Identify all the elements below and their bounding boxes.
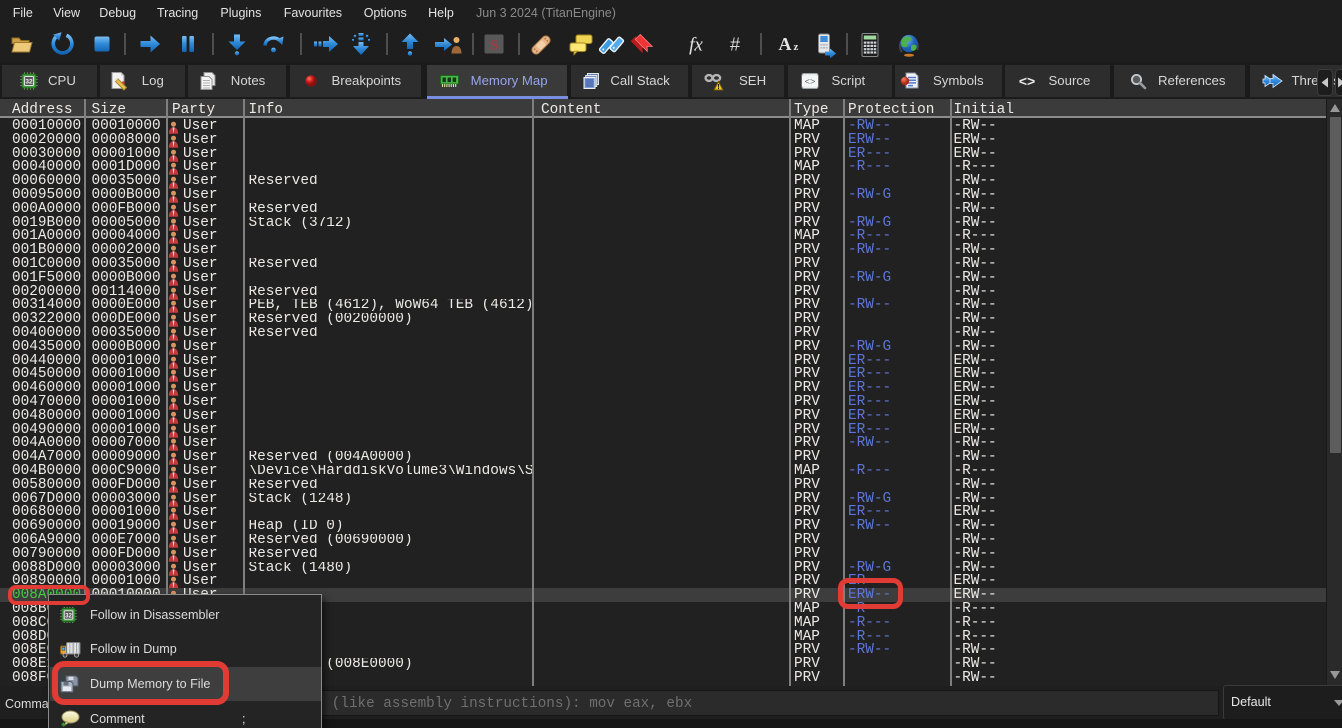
svg-text:S: S (490, 37, 498, 53)
svg-text:<>: <> (1018, 73, 1034, 89)
svg-text:<>: <> (804, 78, 815, 88)
svg-text:32: 32 (25, 79, 33, 86)
svg-text:A: A (779, 34, 792, 54)
svg-text:z: z (794, 41, 799, 53)
svg-text:!: ! (717, 82, 720, 91)
svg-text:fx: fx (689, 34, 703, 55)
svg-text:#: # (730, 34, 740, 54)
svg-text:32: 32 (65, 612, 72, 619)
